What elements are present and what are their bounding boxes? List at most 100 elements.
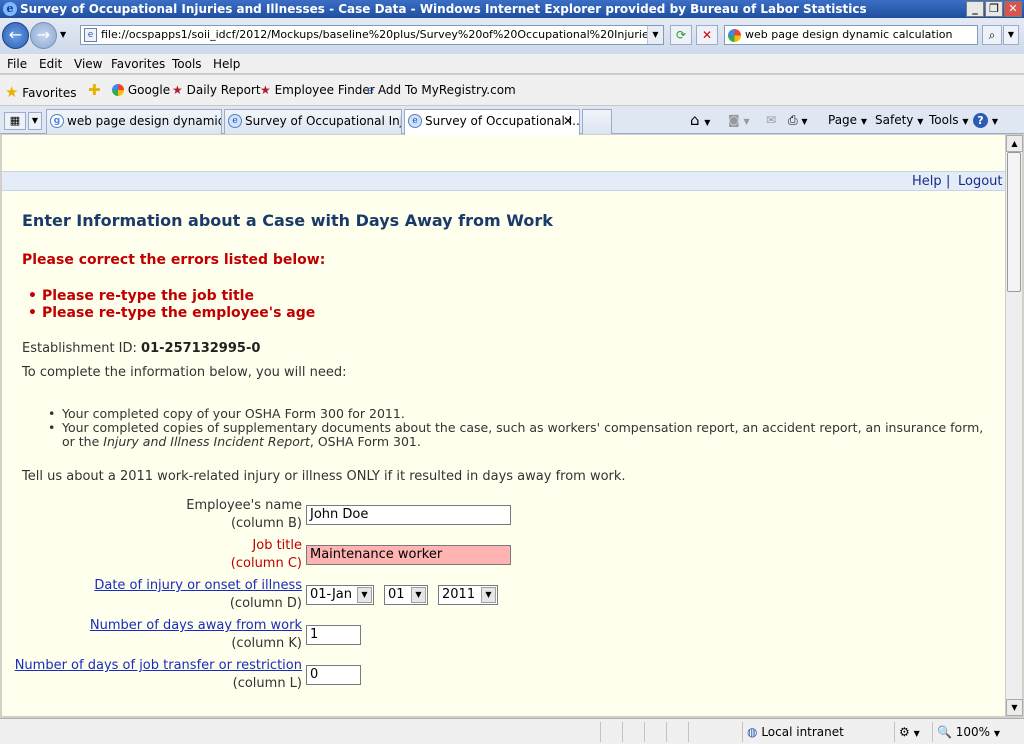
error-item: Please re-type the job title: [42, 288, 315, 305]
zoom-level: 100%: [955, 725, 991, 739]
tab-survey-active[interactable]: e Survey of Occupational I... ✕: [404, 109, 580, 135]
quick-tabs-icon[interactable]: ▦: [4, 112, 26, 130]
add-favorites-icon[interactable]: ✚: [88, 81, 101, 99]
month-value: 01-Jan: [310, 587, 352, 602]
establishment-line: Establishment ID: 01-257132995-0: [22, 341, 260, 356]
month-select[interactable]: 01-Jan ▼: [306, 585, 374, 605]
logout-link[interactable]: Logout: [958, 174, 1003, 189]
error-item: Please re-type the employee's age: [42, 305, 315, 322]
page-icon: e: [84, 28, 97, 42]
home-icon[interactable]: ⌂ ▼: [690, 110, 710, 133]
search-text: web page design dynamic calculation: [745, 28, 953, 41]
address-dropdown-icon[interactable]: ▼: [647, 26, 663, 44]
status-cell: [666, 722, 686, 742]
column-ref: (column C): [230, 556, 302, 571]
zone-indicator[interactable]: ◍ Local intranet: [742, 722, 892, 742]
list-item: Your completed copy of your OSHA Form 30…: [48, 407, 997, 422]
maximize-button[interactable]: ❐: [985, 1, 1003, 17]
scroll-down-icon[interactable]: ▼: [1006, 699, 1023, 716]
fav-google-label: Google: [127, 83, 171, 97]
job-title-row: Job title (column C) Maintenance worker: [2, 537, 1005, 577]
day-select[interactable]: 01 ▼: [384, 585, 428, 605]
close-tab-icon[interactable]: ✕: [563, 110, 573, 133]
menu-edit[interactable]: Edit: [39, 57, 62, 71]
scroll-thumb[interactable]: [1007, 152, 1021, 292]
fav-employee-finder[interactable]: ★ Employee Finder: [260, 83, 375, 97]
status-cell: [688, 722, 708, 742]
fav-myregistry[interactable]: e Add To MyRegistry.com: [367, 83, 516, 97]
page-menu-label: Page: [828, 113, 858, 127]
tab-list-icon[interactable]: ▼: [28, 112, 42, 130]
forward-button[interactable]: →: [30, 22, 57, 49]
menu-tools[interactable]: Tools: [172, 57, 202, 71]
menu-favorites[interactable]: Favorites: [111, 57, 165, 71]
close-window-button[interactable]: ✕: [1004, 1, 1022, 17]
fav-employee-finder-label: Employee Finder: [274, 83, 375, 97]
new-tab-button[interactable]: [582, 109, 612, 134]
help-link[interactable]: Help: [912, 174, 942, 189]
field-label: Job title: [252, 538, 302, 553]
fav-daily-report[interactable]: ★ Daily Report: [172, 83, 261, 97]
top-links-band: Help | Logout: [2, 171, 1005, 191]
days-away-label: Number of days away from work (column K): [90, 617, 302, 653]
zoom-icon: 🔍: [937, 725, 952, 739]
tools-menu[interactable]: Tools ▼: [929, 110, 969, 132]
history-dropdown-icon[interactable]: ▼: [60, 30, 66, 39]
tab-web-page-design[interactable]: gweb page design dynamic ca...: [46, 109, 222, 134]
date-label: Date of injury or onset of illness (colu…: [94, 577, 302, 613]
stop-icon[interactable]: ✕: [696, 25, 718, 45]
chevron-down-icon: ▼: [357, 587, 372, 603]
zoom-control[interactable]: 🔍 100% ▼: [932, 722, 1006, 742]
tell-us-text: Tell us about a 2011 work-related injury…: [22, 469, 626, 484]
window-titlebar: e Survey of Occupational Injuries and Il…: [0, 0, 1024, 18]
page-title: Enter Information about a Case with Days…: [22, 211, 553, 230]
employee-name-input[interactable]: John Doe: [306, 505, 511, 525]
protected-mode-icon[interactable]: ⚙ ▼: [894, 722, 930, 742]
tab-label: Survey of Occupational I...: [425, 114, 580, 128]
tab-label: Survey of Occupational Injur...: [245, 114, 401, 128]
tab-survey-1[interactable]: eSurvey of Occupational Injur...: [224, 109, 402, 134]
back-button[interactable]: ←: [2, 22, 29, 49]
day-value: 01: [388, 587, 405, 602]
refresh-icon[interactable]: ⟳: [670, 25, 692, 45]
favorites-star-icon: ★: [5, 83, 19, 101]
days-transfer-input[interactable]: 0: [306, 665, 361, 685]
print-icon[interactable]: ⎙ ▼: [788, 110, 808, 132]
mail-icon[interactable]: ✉: [766, 110, 776, 130]
employee-name-label: Employee's name (column B): [186, 497, 302, 533]
date-help-link[interactable]: Date of injury or onset of illness: [94, 577, 302, 595]
feeds-icon[interactable]: ◙ ▼: [728, 110, 750, 132]
days-transfer-help-link[interactable]: Number of days of job transfer or restri…: [15, 657, 302, 675]
year-select[interactable]: 2011 ▼: [438, 585, 498, 605]
menu-file[interactable]: File: [7, 57, 27, 71]
vertical-scrollbar[interactable]: ▲ ▼: [1005, 135, 1023, 716]
window-title: Survey of Occupational Injuries and Illn…: [20, 2, 867, 16]
page-menu[interactable]: Page ▼: [828, 110, 867, 132]
tools-menu-label: Tools: [929, 113, 959, 127]
address-bar[interactable]: e file://ocspapps1/soii_idcf/2012/Mockup…: [80, 25, 664, 45]
status-bar: ◍ Local intranet ⚙ ▼ 🔍 100% ▼: [0, 718, 1024, 744]
scroll-up-icon[interactable]: ▲: [1006, 135, 1023, 152]
column-ref: (column K): [231, 636, 302, 651]
search-input[interactable]: web page design dynamic calculation: [724, 25, 978, 45]
fav-myregistry-label: Add To MyRegistry.com: [377, 83, 516, 97]
safety-menu[interactable]: Safety ▼: [875, 110, 923, 132]
fav-google[interactable]: Google: [112, 83, 170, 97]
search-options-icon[interactable]: ▼: [1003, 25, 1019, 45]
menu-bar: File Edit View Favorites Tools Help: [0, 54, 1024, 74]
form-301-name: Injury and Illness Incident Report: [103, 434, 310, 449]
address-toolbar: ← → ▼ e file://ocspapps1/soii_idcf/2012/…: [0, 18, 1024, 54]
page-content: Help | Logout Enter Information about a …: [2, 135, 1005, 716]
favorites-button[interactable]: ★ Favorites: [5, 83, 77, 101]
menu-view[interactable]: View: [74, 57, 102, 71]
days-away-help-link[interactable]: Number of days away from work: [90, 617, 302, 635]
menu-help[interactable]: Help: [213, 57, 240, 71]
establishment-label: Establishment ID:: [22, 341, 137, 356]
search-icon[interactable]: ⌕: [982, 25, 1002, 45]
help-icon[interactable]: ? ▼: [973, 110, 998, 132]
minimize-button[interactable]: _: [966, 1, 984, 17]
days-away-input[interactable]: 1: [306, 625, 361, 645]
status-cell: [622, 722, 642, 742]
google-icon: [728, 29, 741, 42]
job-title-input[interactable]: Maintenance worker: [306, 545, 511, 565]
